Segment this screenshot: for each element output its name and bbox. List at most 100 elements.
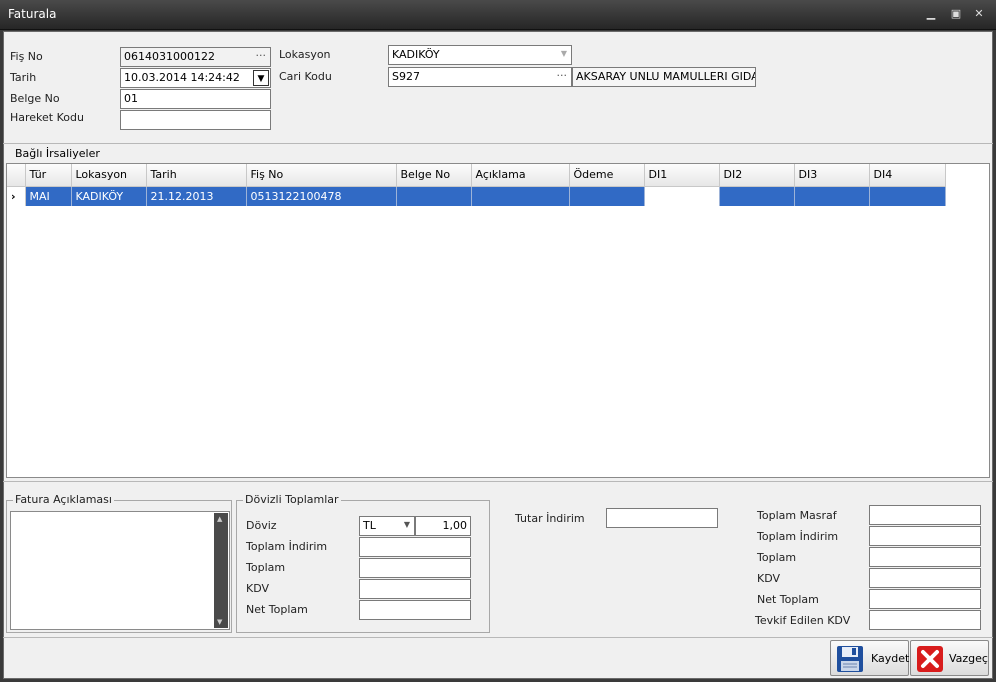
lokasyon-select[interactable]: KADIKÖY ▼ [388,45,572,65]
table-cell[interactable] [719,186,795,206]
cari-adi-value: AKSARAY UNLU MAMULLERI GIDA ... [576,70,756,83]
title-bar: Faturala ▁ ▣ ✕ [0,0,996,30]
table-cell[interactable] [794,186,870,206]
column-header[interactable]: Tarih [146,164,247,187]
kaydet-label: Kaydet [871,652,910,665]
column-header[interactable]: Açıklama [471,164,570,187]
scroll-down-icon[interactable]: ▼ [217,618,222,626]
chevron-down-icon[interactable]: ▼ [561,49,567,58]
cari-kodu-field[interactable]: S927 ··· [388,67,572,87]
belge-no-value: 01 [124,92,138,105]
column-header[interactable]: Belge No [396,164,472,187]
fis-no-label: Fiş No [10,50,43,63]
doviz-net-toplam-field[interactable] [359,600,471,620]
table-cell[interactable] [644,186,720,206]
toplam-indirim-label: Toplam İndirim [757,530,839,543]
net-toplam-label: Net Toplam [757,593,819,606]
irsaliye-group-title: Bağlı İrsaliyeler [13,147,102,160]
cari-adi-field: AKSARAY UNLU MAMULLERI GIDA ... [572,67,756,87]
header-divider [3,143,993,144]
tarih-field[interactable]: 10.03.2014 14:24:42 ▼ [120,68,271,88]
kur-field[interactable]: 1,00 [415,516,471,536]
grid-header-row: Tür Lokasyon Tarih Fiş No Belge No Açıklama Öd… [7,164,946,187]
chevron-down-icon[interactable]: ▼ [404,520,410,529]
toplam-indirim-field[interactable] [869,526,981,546]
fis-no-value: 0614031000122 [124,50,215,63]
minimize-icon[interactable]: ▁ [922,6,940,22]
table-row[interactable]: › MAI KADIKÖY 21.12.2013 0513122100478 [7,186,946,206]
hareket-kodu-field[interactable] [120,110,271,130]
irsaliye-table: Tür Lokasyon Tarih Fiş No Belge No Açıklama Öd… [7,164,946,206]
belge-no-label: Belge No [10,92,60,105]
kaydet-button[interactable]: Kaydet [830,640,909,676]
tevkif-kdv-label: Tevkif Edilen KDV [755,614,851,627]
column-header[interactable]: DI2 [719,164,795,187]
aciklama-textarea[interactable]: ▲ ▼ [10,511,230,630]
table-cell[interactable]: 21.12.2013 [146,186,247,206]
lokasyon-value: KADIKÖY [392,48,440,61]
irsaliye-grid[interactable]: Tür Lokasyon Tarih Fiş No Belge No Açıklama Öd… [6,163,990,478]
table-cell[interactable] [471,186,570,206]
doviz-toplam-indirim-field[interactable] [359,537,471,557]
doviz-title: Dövizli Toplamlar [243,493,341,506]
hareket-kodu-label: Hareket Kodu [10,111,84,124]
lokasyon-label: Lokasyon [279,48,331,61]
scroll-up-icon[interactable]: ▲ [217,515,222,523]
fis-no-field[interactable]: 0614031000122 ··· [120,47,271,67]
doviz-kdv-field[interactable] [359,579,471,599]
doviz-value: TL [363,519,376,532]
toplam-field[interactable] [869,547,981,567]
tutar-indirim-label: Tutar İndirim [515,512,585,525]
kur-value: 1,00 [442,519,468,532]
maximize-icon[interactable]: ▣ [947,6,965,22]
column-header[interactable]: DI1 [644,164,720,187]
doviz-select[interactable]: TL ▼ [359,516,415,536]
tarih-label: Tarih [10,71,37,84]
cari-kodu-label: Cari Kodu [279,70,332,83]
net-toplam-field[interactable] [869,589,981,609]
tarih-value: 10.03.2014 14:24:42 [124,71,240,84]
tevkif-kdv-field[interactable] [869,610,981,630]
table-cell[interactable]: 0513122100478 [246,186,397,206]
cancel-x-icon [917,646,943,672]
toplam-label: Toplam [757,551,797,564]
grid-bottom-divider [3,481,993,482]
row-indicator-icon: › [7,186,26,206]
ellipsis-icon[interactable]: ··· [256,49,267,62]
vazgec-button[interactable]: Vazgeç [910,640,989,676]
row-indicator-header [7,164,26,187]
tutar-indirim-field[interactable] [606,508,718,528]
doviz-toplam-indirim-label: Toplam İndirim [246,540,328,553]
column-header[interactable]: DI4 [869,164,946,187]
doviz-label: Döviz [246,519,277,532]
column-header[interactable]: Fiş No [246,164,397,187]
table-cell[interactable]: KADIKÖY [71,186,147,206]
vazgec-label: Vazgeç [949,652,988,665]
scrollbar[interactable]: ▲ ▼ [214,513,228,628]
table-cell[interactable] [569,186,645,206]
doviz-kdv-label: KDV [246,582,270,595]
floppy-disk-icon [837,646,863,672]
ellipsis-icon[interactable]: ··· [557,69,568,82]
column-header[interactable]: Lokasyon [71,164,147,187]
cari-kodu-value: S927 [392,70,420,83]
kdv-field[interactable] [869,568,981,588]
table-cell[interactable]: MAI [25,186,72,206]
toplam-masraf-label: Toplam Masraf [757,509,837,522]
table-cell[interactable] [396,186,472,206]
column-header[interactable]: Ödeme [569,164,645,187]
doviz-toplam-field[interactable] [359,558,471,578]
doviz-net-toplam-label: Net Toplam [246,603,308,616]
column-header[interactable]: DI3 [794,164,870,187]
table-cell[interactable] [869,186,946,206]
kdv-label: KDV [757,572,781,585]
belge-no-field[interactable]: 01 [120,89,271,109]
chevron-down-icon[interactable]: ▼ [253,70,269,86]
close-icon[interactable]: ✕ [970,6,988,22]
toplam-masraf-field[interactable] [869,505,981,525]
column-header[interactable]: Tür [25,164,72,187]
aciklama-title: Fatura Açıklaması [13,493,114,506]
doviz-toplam-label: Toplam [246,561,286,574]
window-title: Faturala [8,7,57,21]
footer-divider [3,637,993,638]
